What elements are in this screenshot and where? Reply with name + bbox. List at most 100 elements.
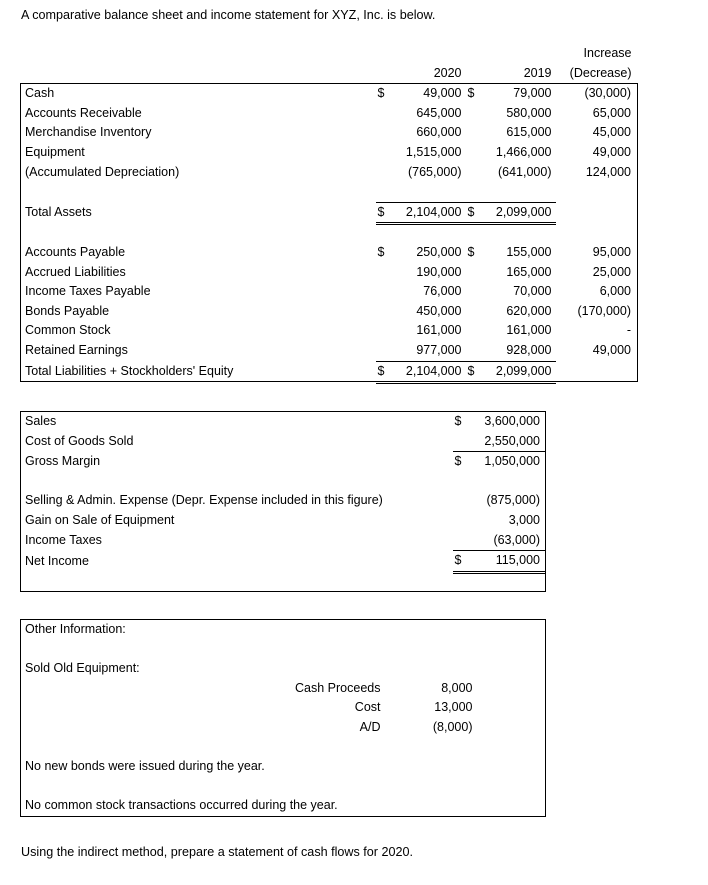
currency-symbol-2019: $ (465, 360, 484, 385)
value-delta: 65,000 (555, 103, 638, 124)
currency-symbol-2019 (466, 282, 484, 302)
header-increase: Increase (583, 46, 632, 60)
spacer-cell (480, 639, 546, 660)
currency-symbol-2019 (466, 341, 484, 361)
spacer-cell (480, 659, 546, 679)
note-bonds-row: No new bonds were issued during the year… (20, 757, 546, 777)
currency-symbol-2020 (376, 321, 394, 341)
other-information-section: Other Information: Sold Old Equipment: C… (20, 618, 546, 817)
row-label: Cash (20, 83, 376, 104)
currency-symbol-2019 (466, 302, 484, 322)
row-value: 8,000 (441, 680, 473, 695)
row-label: Gross Margin (20, 451, 453, 472)
row-value: 3,600,000 (470, 410, 546, 432)
header-spacer (484, 44, 556, 64)
row-label: Accrued Liabilities (20, 262, 376, 283)
value-2019: 580,000 (506, 105, 552, 120)
row-label: Total Liabilities + Stockholders' Equity (20, 361, 376, 383)
currency-symbol-2019 (466, 104, 484, 124)
header-spacer (21, 44, 376, 64)
note-stock-row: No common stock transactions occurred du… (20, 796, 546, 817)
spacer-cell (470, 571, 546, 593)
spacer-row (20, 639, 546, 660)
currency-symbol-2020 (376, 163, 394, 183)
value-delta: 95,000 (555, 242, 638, 263)
currency-symbol-2020: $ (375, 201, 394, 226)
cogs-row: Cost of Goods Sold 2,550,000 (20, 431, 546, 453)
currency-symbol: $ (452, 550, 471, 573)
value-2019: 155,000 (506, 244, 552, 259)
value-2020: 977,000 (416, 342, 462, 357)
other-information-table: Other Information: Sold Old Equipment: C… (20, 618, 546, 817)
table-row: Bonds Payable 450,000 620,000 (170,000) (20, 301, 638, 322)
row-label: Common Stock (20, 321, 376, 341)
currency-symbol: $ (452, 410, 471, 432)
gross-margin-row: Gross Margin $ 1,050,000 (20, 451, 546, 472)
value-delta: (170,000) (555, 301, 638, 322)
row-label: (Accumulated Depreciation) (20, 162, 376, 183)
row-label: Accounts Payable (20, 242, 376, 263)
value-2019: 615,000 (506, 125, 552, 140)
currency-symbol-2020 (376, 302, 394, 322)
note-bonds: No new bonds were issued during the year… (20, 757, 265, 777)
balance-sheet-table: Increase 2020 2019 (Decrease) Cash $ 49,… (20, 44, 638, 385)
spacer-cell (394, 182, 466, 202)
table-row: Accounts Receivable 645,000 580,000 65,0… (20, 103, 638, 124)
spacer-cell (251, 659, 391, 679)
value-2019: 2,099,000 (483, 360, 556, 385)
currency-symbol-2019 (466, 263, 484, 283)
table-row: Cash $ 49,000 $ 79,000 (30,000) (20, 83, 638, 104)
gain-sale-row: Gain on Sale of Equipment 3,000 (20, 510, 546, 531)
spacer-cell (391, 757, 481, 777)
sold-equipment-title: Sold Old Equipment: (20, 659, 251, 679)
value-delta (555, 361, 638, 383)
spacer-cell (20, 678, 251, 699)
currency-symbol-2019 (466, 163, 484, 183)
row-label: A/D (359, 719, 381, 734)
currency-symbol-2020 (376, 263, 394, 283)
spacer-cell (20, 571, 453, 593)
table-row: (Accumulated Depreciation) (765,000) (64… (20, 162, 638, 183)
currency-symbol-2019 (466, 143, 484, 163)
currency-symbol (453, 491, 471, 511)
table-row: Cost 13,000 (20, 698, 546, 718)
row-label: Cash Proceeds (295, 680, 381, 695)
spacer-cell (20, 776, 251, 797)
currency-symbol-2019 (466, 123, 484, 143)
spacer-cell (251, 640, 391, 660)
currency-symbol (452, 530, 471, 552)
spacer-cell (391, 659, 481, 679)
header-year-2020: 2020 (433, 65, 462, 80)
value-2020: 1,515,000 (405, 144, 462, 159)
header-decrease: (Decrease) (569, 65, 632, 80)
row-label: Sales (20, 410, 453, 432)
other-info-title: Other Information: (20, 618, 251, 640)
spacer-cell (391, 738, 481, 758)
value-delta: 25,000 (555, 262, 638, 283)
value-2020: 76,000 (423, 284, 462, 299)
row-label: Cost (354, 700, 381, 715)
balance-sheet-section: Increase 2020 2019 (Decrease) Cash $ 49,… (20, 44, 638, 385)
value-2020: 2,104,000 (393, 360, 466, 385)
row-label: Cost of Goods Sold (20, 431, 453, 452)
value-2019: 620,000 (506, 303, 552, 318)
row-value: (8,000) (432, 719, 473, 734)
spacer-cell (20, 182, 376, 203)
spacer-cell (251, 738, 391, 758)
value-delta: (30,000) (555, 83, 638, 104)
currency-symbol-2020: $ (375, 83, 394, 104)
spacer-cell (376, 223, 394, 243)
value-delta (555, 202, 638, 223)
table-row: Cash Proceeds 8,000 (20, 678, 546, 699)
value-2019: 2,099,000 (483, 201, 556, 226)
value-2020: 660,000 (416, 125, 462, 140)
table-row: Accrued Liabilities 190,000 165,000 25,0… (20, 262, 638, 283)
row-label: Retained Earnings (20, 340, 376, 361)
outro-text: Using the indirect method, prepare a sta… (21, 845, 414, 859)
row-value: 1,050,000 (470, 451, 546, 472)
table-row: Accounts Payable $ 250,000 $ 155,000 95,… (20, 242, 638, 263)
spacer-row (20, 737, 546, 758)
table-row: A/D (8,000) (20, 717, 546, 738)
spacer-cell (466, 182, 484, 202)
selling-admin-row: Selling & Admin. Expense (Depr. Expense … (20, 491, 546, 511)
